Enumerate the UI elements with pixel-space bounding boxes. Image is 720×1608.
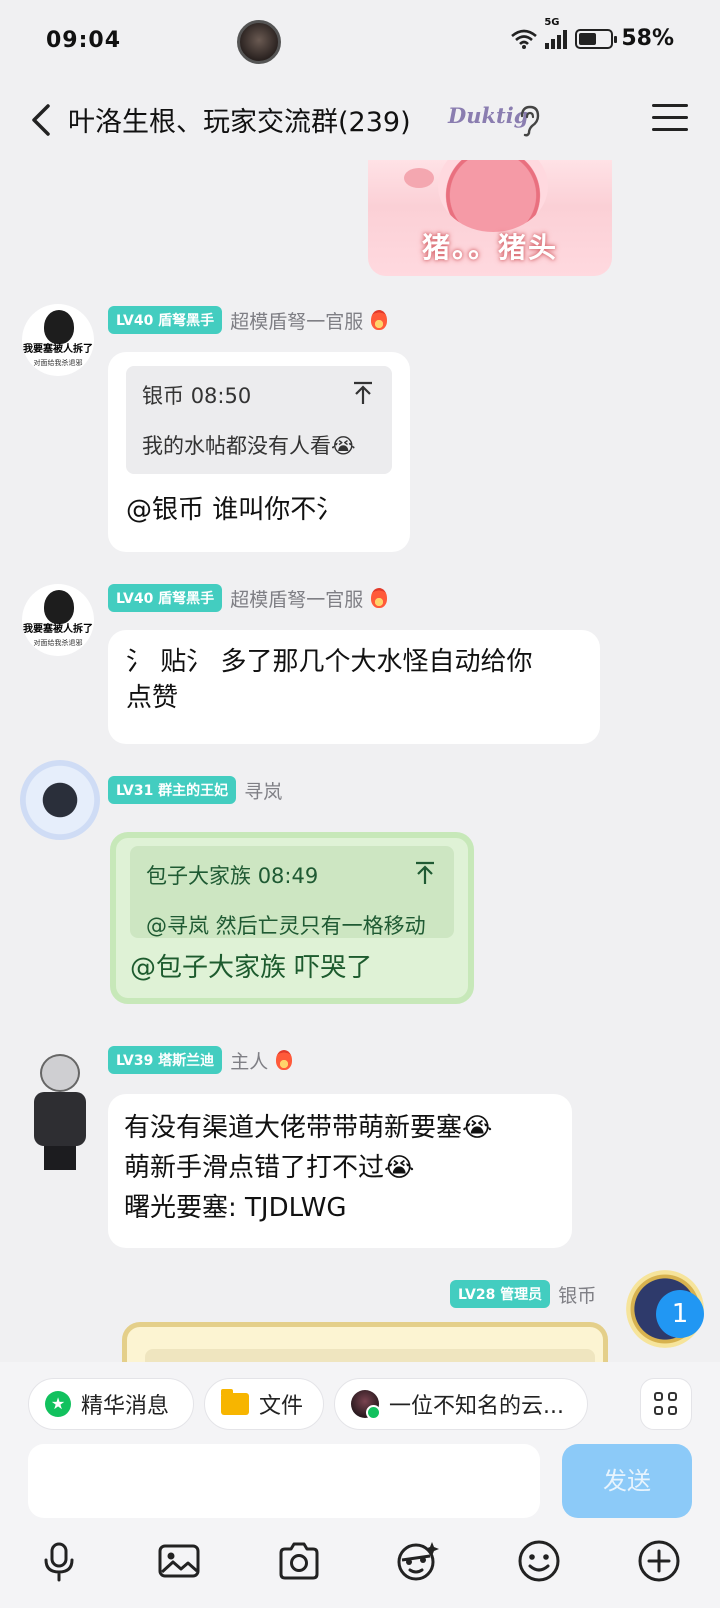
microphone-icon[interactable]: [36, 1538, 82, 1584]
battery-percent: 58%: [621, 26, 674, 51]
avatar-caption: 我要塞被人拆了: [23, 344, 93, 355]
quote-time: 08:50: [190, 384, 252, 408]
message-text: @包子大家族 吓哭了: [130, 953, 373, 983]
avatar-subcaption: 对面给我杀退邪: [33, 359, 83, 367]
network-type: 5G: [544, 16, 560, 28]
fire-icon: [371, 588, 388, 608]
level-badge: LV31 群主的王妃: [108, 776, 237, 804]
wifi-icon: [511, 29, 538, 49]
send-button[interactable]: 发送: [562, 1444, 692, 1518]
level-badge: LV39 塔斯兰迪: [108, 1046, 223, 1074]
sender-name[interactable]: 寻岚: [244, 777, 282, 804]
avatar-legs: [44, 1146, 76, 1170]
message-meta: LV40 盾弩黑手 超模盾弩一官服: [108, 306, 388, 334]
sticker-text: 猪。。猪头: [421, 231, 558, 264]
quote-author: 包子大家族: [146, 864, 251, 888]
avatar[interactable]: 我要塞被人拆了 对面给我杀退邪: [22, 304, 94, 376]
quoted-reply[interactable]: 银币 08:50 我的水帖都没有人看😭: [126, 366, 392, 474]
chip-essence-messages[interactable]: 精华消息: [28, 1378, 194, 1430]
message-bubble[interactable]: 包子大家族 08:49 @寻岚 然后亡灵只有一格移动 @包子大家族 吓哭了: [110, 832, 474, 1004]
message-bubble[interactable]: 有没有渠道大佬带带萌新要塞😭 萌新手滑点错了打不过😭 曙光要塞: TJDLWG: [108, 1094, 572, 1248]
status-time: 09:04: [46, 28, 122, 53]
message-text-line: 有没有渠道大佬带带萌新要塞😭: [124, 1113, 493, 1143]
ear-icon[interactable]: [516, 104, 542, 138]
level-badge: LV40 盾弩黑手: [108, 306, 223, 334]
level-badge: LV40 盾弩黑手: [108, 584, 223, 612]
quote-text: 我的水帖都没有人看😭: [142, 434, 356, 458]
avatar[interactable]: 我要塞被人拆了 对面给我杀退邪: [22, 584, 94, 656]
avatar-face: [44, 310, 74, 344]
floating-app-avatar[interactable]: [237, 20, 281, 64]
level-badge: LV28 管理员: [450, 1280, 551, 1308]
message-text-line: 点赞: [126, 683, 179, 713]
quote-text: @寻岚 然后亡灵只有一格移动: [146, 914, 426, 938]
message-meta: LV39 塔斯兰迪 主人: [108, 1046, 293, 1074]
sticker-image[interactable]: 猪。。猪头: [368, 160, 612, 276]
star-icon: [45, 1391, 71, 1417]
avatar-body: [34, 1092, 86, 1146]
chip-label: 文件: [259, 1394, 304, 1419]
fire-icon: [276, 1050, 293, 1070]
chip-label: 一位不知名的云...: [389, 1394, 564, 1419]
jump-to-top-icon[interactable]: [352, 380, 374, 406]
grid-icon[interactable]: [640, 1378, 692, 1430]
quoted-reply[interactable]: 包子大家族 08:49 @寻岚 然后亡灵只有一格移动: [130, 846, 454, 938]
folder-icon: [221, 1389, 249, 1415]
message-meta: LV40 盾弩黑手 超模盾弩一官服: [108, 584, 388, 612]
sender-name[interactable]: 超模盾弩一官服: [230, 585, 363, 612]
message-bubble[interactable]: 银币 08:50 我的水帖都没有人看😭 @银币 谁叫你不氵: [108, 352, 410, 552]
plus-icon[interactable]: [636, 1538, 682, 1584]
unread-count-badge[interactable]: 1: [656, 1290, 704, 1338]
battery-icon: [575, 28, 618, 49]
quote-time: 08:49: [257, 864, 319, 888]
avatar[interactable]: [22, 1048, 98, 1172]
sender-name[interactable]: 银币: [558, 1281, 596, 1308]
status-icons: 5G 58%: [511, 17, 674, 51]
message-meta: LV31 群主的王妃 寻岚: [108, 776, 282, 804]
message-meta: LV28 管理员 银币: [450, 1280, 596, 1308]
sender-name[interactable]: 主人: [230, 1047, 268, 1074]
message-input[interactable]: [28, 1444, 540, 1518]
fire-icon: [371, 310, 388, 330]
message-text-line: 萌新手滑点错了打不过😭: [124, 1153, 415, 1183]
image-icon[interactable]: [156, 1538, 202, 1584]
hamburger-menu-icon[interactable]: [652, 104, 688, 136]
bottom-panel: 精华消息 文件 一位不知名的云... 发送: [0, 1362, 720, 1608]
status-bar: 09:04 5G 58%: [0, 0, 720, 84]
sticker-cheek: [404, 168, 434, 188]
message-text-line: 氵 贴氵 多了那几个大水怪自动给你: [126, 647, 533, 677]
chevron-left-icon[interactable]: [22, 98, 66, 142]
avatar-face: [44, 590, 74, 624]
message-text-line: 曙光要塞: TJDLWG: [124, 1193, 347, 1223]
sticker-mouth: [438, 160, 548, 232]
message-text: @银币 谁叫你不氵: [126, 495, 343, 525]
emoji-icon[interactable]: [516, 1538, 562, 1584]
sender-name[interactable]: 超模盾弩一官服: [230, 307, 363, 334]
chip-files[interactable]: 文件: [204, 1378, 324, 1430]
chat-title[interactable]: 叶洛生根、玩家交流群(239): [68, 100, 411, 139]
quote-header: 包子大家族 08:49: [146, 858, 438, 894]
battery-fill: [579, 32, 597, 45]
avatar-subcaption: 对面给我杀退邪: [33, 639, 83, 647]
avatar[interactable]: [20, 760, 100, 840]
sticker-face-icon[interactable]: [394, 1538, 440, 1584]
chip-cloud-user[interactable]: 一位不知名的云...: [334, 1378, 588, 1430]
message-bubble[interactable]: 氵 贴氵 多了那几个大水怪自动给你 点赞: [108, 630, 600, 744]
chip-label: 精华消息: [81, 1394, 170, 1419]
quote-author: 银币: [142, 384, 184, 408]
user-avatar-icon: [351, 1390, 381, 1420]
jump-to-top-icon[interactable]: [414, 860, 436, 886]
chat-header: 叶洛生根、玩家交流群(239) Duktig: [0, 84, 720, 158]
avatar-caption: 我要塞被人拆了: [23, 624, 93, 635]
camera-icon[interactable]: [276, 1538, 322, 1584]
avatar-head: [40, 1054, 80, 1092]
signal-icon: [545, 29, 568, 49]
quote-header: 银币 08:50: [142, 378, 376, 414]
